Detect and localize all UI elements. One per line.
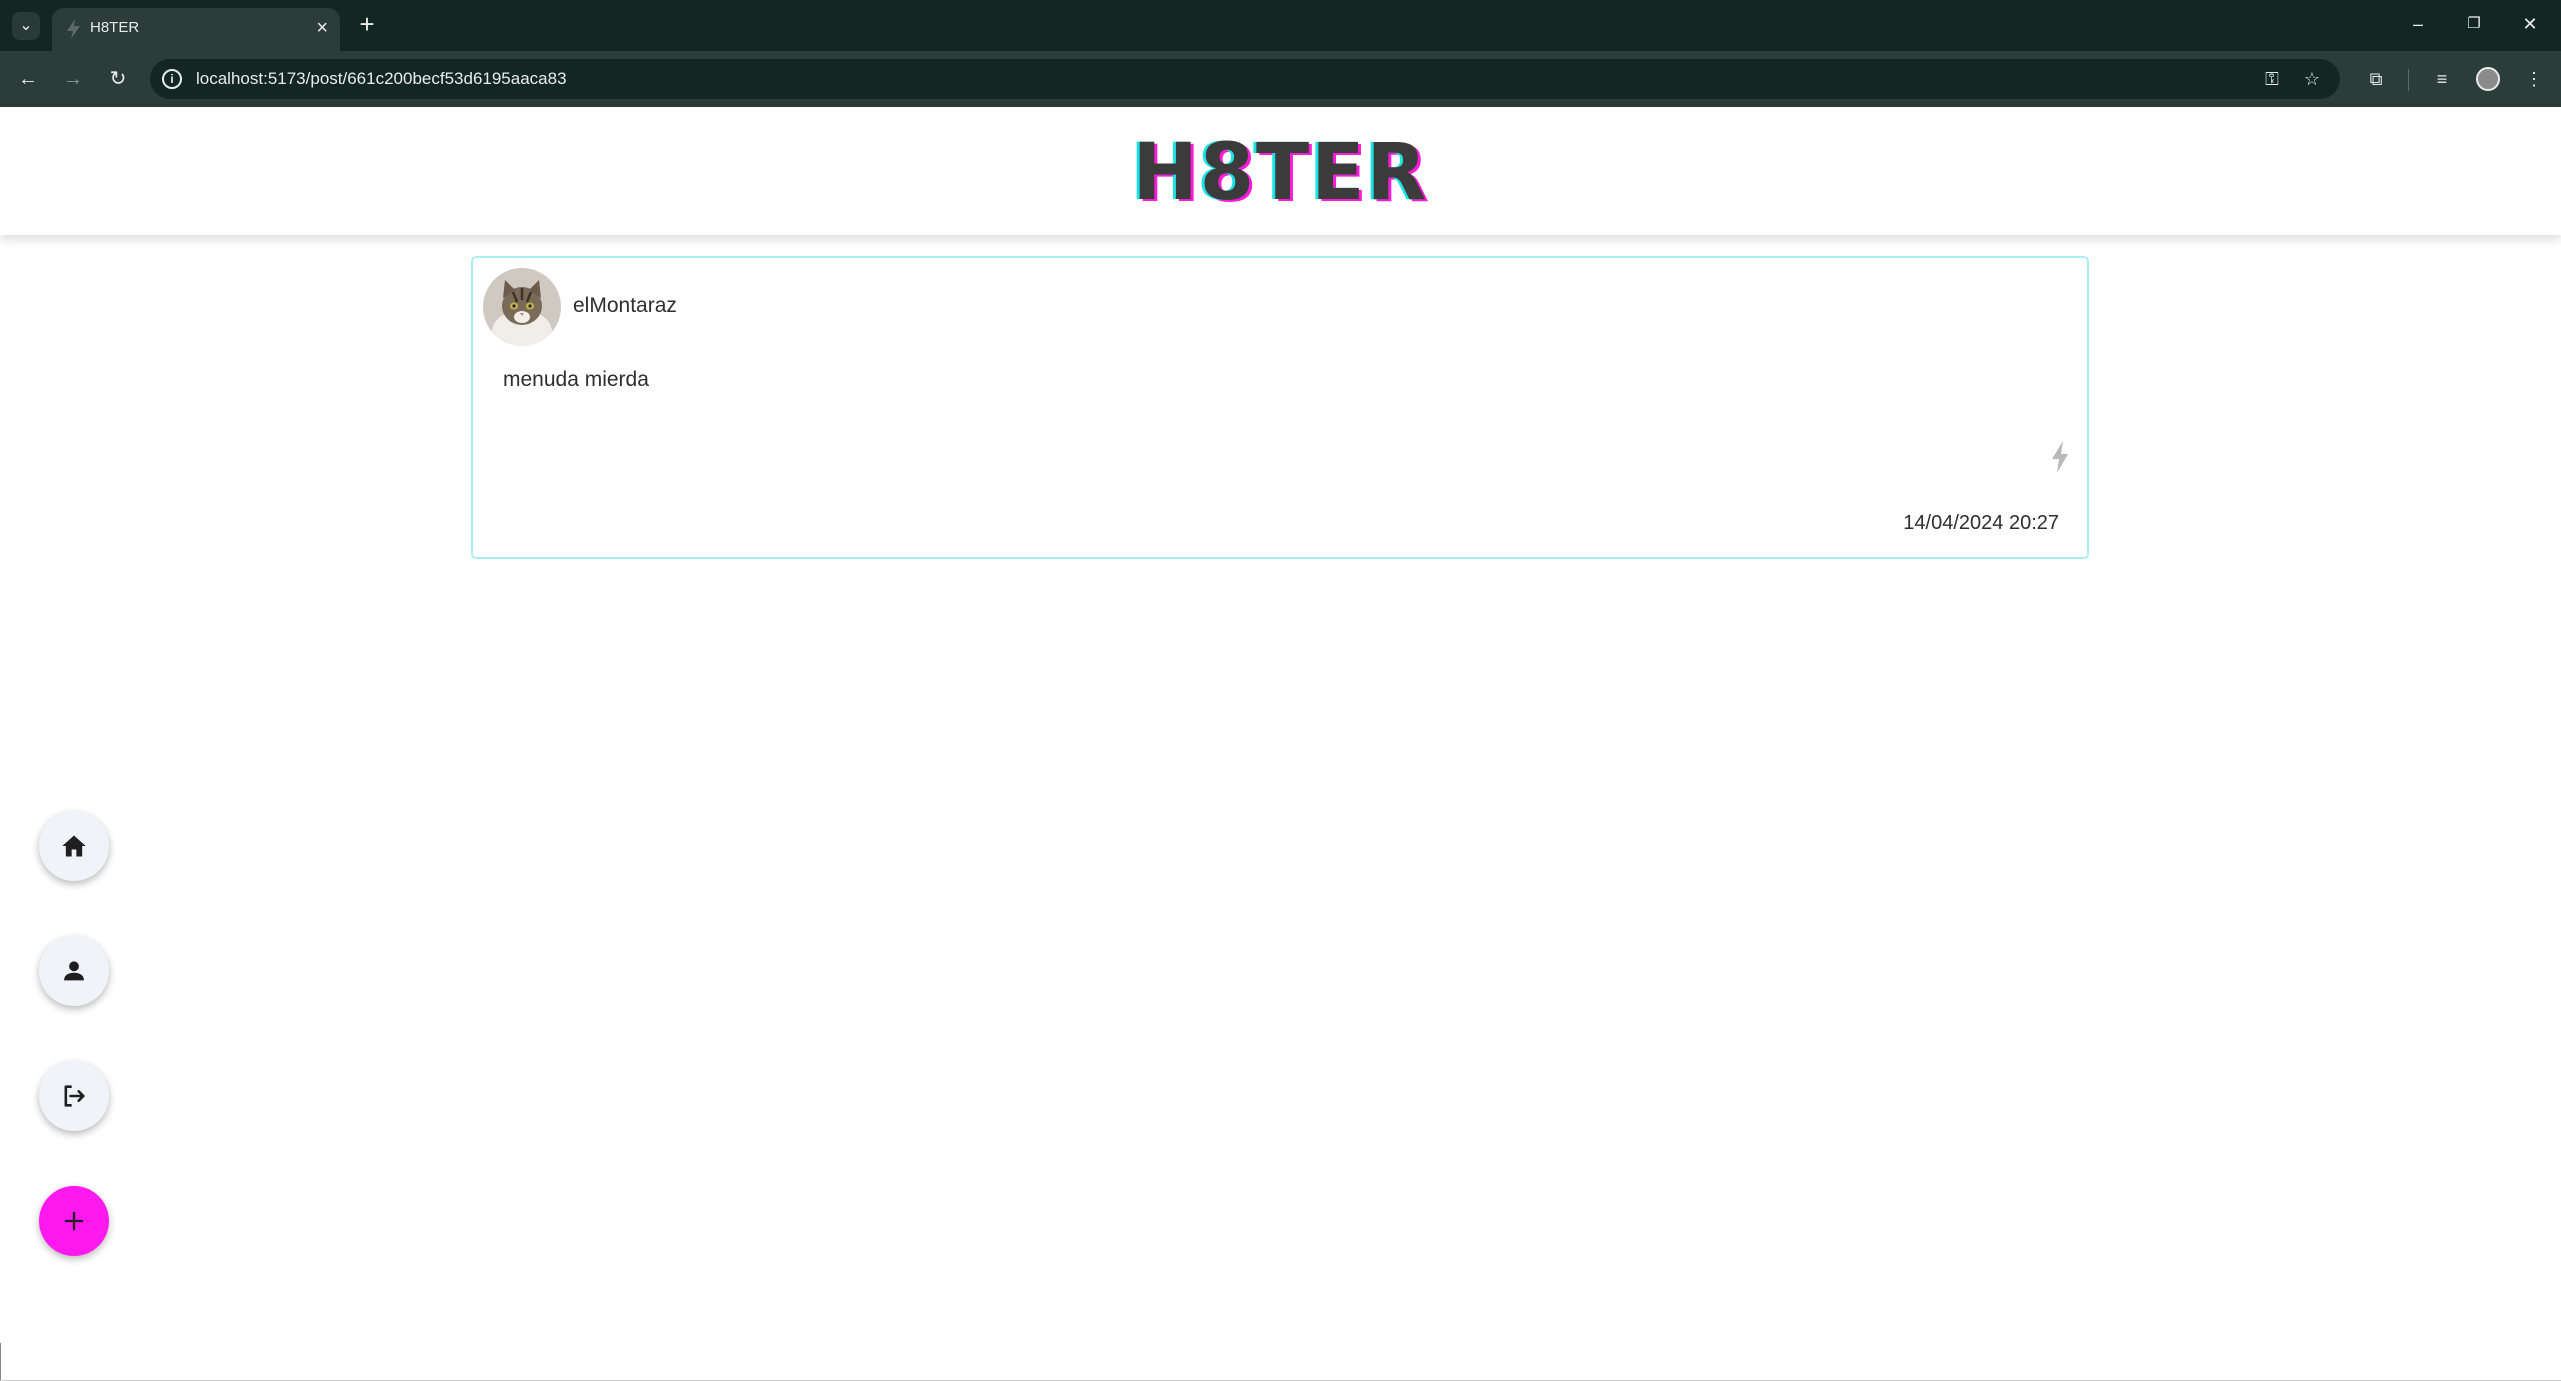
- browser-tab[interactable]: H8TER ×: [52, 8, 340, 51]
- browser-tabstrip: ⌄ H8TER × + – ❐ ✕: [0, 0, 2561, 51]
- home-button[interactable]: [39, 811, 109, 881]
- tab-search-chevron-icon[interactable]: ⌄: [12, 12, 40, 40]
- logout-icon: [64, 1085, 85, 1107]
- address-bar[interactable]: i localhost:5173/post/661c200becf53d6195…: [150, 59, 2340, 99]
- password-key-icon[interactable]: ⚿: [2258, 65, 2286, 93]
- back-icon[interactable]: ←: [10, 61, 46, 97]
- new-tab-button[interactable]: +: [352, 8, 382, 40]
- menu-kebab-icon[interactable]: ⋮: [2516, 61, 2552, 97]
- profile-button[interactable]: [39, 936, 109, 1006]
- person-icon: [64, 961, 84, 981]
- toolbar-divider: [2408, 69, 2409, 91]
- url-text[interactable]: localhost:5173/post/661c200becf53d6195aa…: [196, 69, 567, 89]
- restore-icon[interactable]: ❐: [2454, 6, 2494, 42]
- reload-icon[interactable]: ↻: [100, 61, 136, 97]
- home-icon: [62, 835, 86, 857]
- browser-toolbar: ← → ↻ i localhost:5173/post/661c200becf5…: [0, 51, 2561, 107]
- bolt-favicon-icon: [67, 19, 80, 39]
- post-timestamp: 14/04/2024 20:27: [1903, 512, 2059, 534]
- plus-icon: [64, 1211, 84, 1231]
- tab-close-icon[interactable]: ×: [316, 16, 328, 40]
- reading-list-icon[interactable]: ≡: [2424, 61, 2460, 97]
- tab-title: H8TER: [90, 19, 140, 36]
- minimize-icon[interactable]: –: [2398, 6, 2438, 42]
- post-card: elMontaraz menuda mierda 14/04/2024 20:2…: [471, 256, 2089, 559]
- window-close-icon[interactable]: ✕: [2510, 6, 2550, 42]
- bookmark-star-icon[interactable]: ☆: [2298, 65, 2326, 93]
- extensions-icon[interactable]: ⧉: [2358, 61, 2394, 97]
- profile-avatar-icon[interactable]: [2476, 67, 2500, 91]
- forward-icon[interactable]: →: [55, 61, 91, 97]
- app-header: H8TER: [0, 107, 2561, 235]
- cat-avatar-icon: [483, 268, 561, 346]
- bolt-icon[interactable]: [2049, 440, 2071, 474]
- post-content: menuda mierda: [503, 368, 649, 391]
- site-info-icon[interactable]: i: [162, 69, 182, 89]
- user-avatar[interactable]: [483, 268, 561, 346]
- h8ter-logo[interactable]: H8TER: [0, 133, 2561, 213]
- logout-button[interactable]: [39, 1061, 109, 1131]
- window-edge: [0, 1343, 1, 1381]
- post-username[interactable]: elMontaraz: [573, 294, 677, 318]
- new-post-button[interactable]: [39, 1186, 109, 1256]
